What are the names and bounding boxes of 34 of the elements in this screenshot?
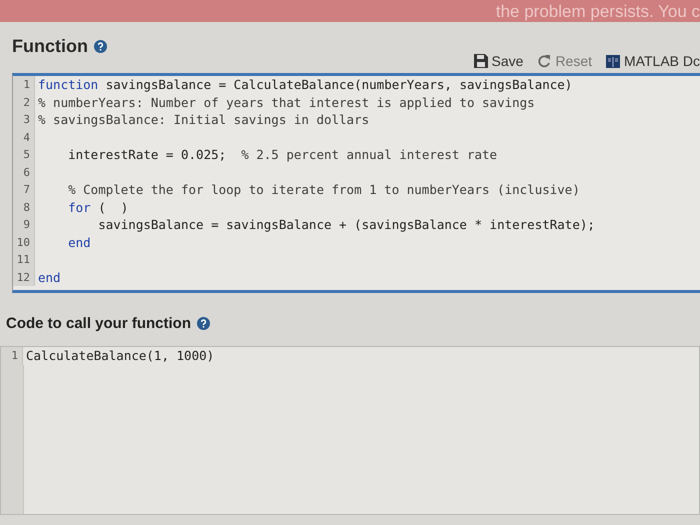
section-title: Function: [12, 36, 88, 57]
refresh-icon: [537, 54, 552, 68]
code-line[interactable]: % numberYears: Number of years that interest is applied to savings: [35, 94, 535, 110]
code-line[interactable]: for ( ): [35, 200, 128, 215]
code-line[interactable]: end: [35, 234, 91, 250]
code-line[interactable]: interestRate = 0.025; % 2.5 percent annual interest rate: [35, 147, 498, 162]
line-number: 6: [13, 164, 35, 181]
code-line[interactable]: savingsBalance = savingsBalance + (savingsBalance * interestRate);: [35, 217, 595, 232]
help-icon[interactable]: [94, 40, 107, 53]
book-icon: [606, 54, 620, 68]
line-number: 1: [1, 347, 23, 364]
save-button[interactable]: Save: [474, 53, 524, 69]
line-number: 1: [13, 76, 35, 94]
code-line[interactable]: CalculateBalance(1, 1000): [23, 348, 214, 364]
line-number: 12: [13, 268, 35, 286]
line-number: 8: [13, 198, 35, 216]
line-number: 10: [13, 234, 35, 251]
line-number: 4: [13, 128, 35, 146]
line-number: 5: [13, 146, 35, 164]
code-line[interactable]: % savingsBalance: Initial savings in dollars: [35, 112, 370, 128]
code-line[interactable]: end: [35, 270, 61, 285]
code-editor[interactable]: 1 CalculateBalance(1, 1000): [0, 346, 700, 515]
line-number: 9: [13, 216, 35, 234]
documentation-link[interactable]: MATLAB Dc: [606, 53, 700, 69]
section-title: Code to call your function: [6, 315, 192, 332]
line-number: 7: [13, 181, 35, 198]
line-number: 11: [13, 251, 35, 268]
code-line[interactable]: function savingsBalance = CalculateBalance(numberYears, savingsBalance): [35, 77, 572, 92]
code-editor[interactable]: [12, 73, 700, 293]
help-icon[interactable]: [197, 317, 210, 330]
error-banner-text: the problem persists. You c: [496, 3, 700, 20]
line-number: 3: [13, 111, 35, 128]
line-number: 2: [13, 94, 35, 111]
code-line[interactable]: % Complete the for loop to iterate from 1 to numberYears (inclusive): [35, 182, 580, 198]
